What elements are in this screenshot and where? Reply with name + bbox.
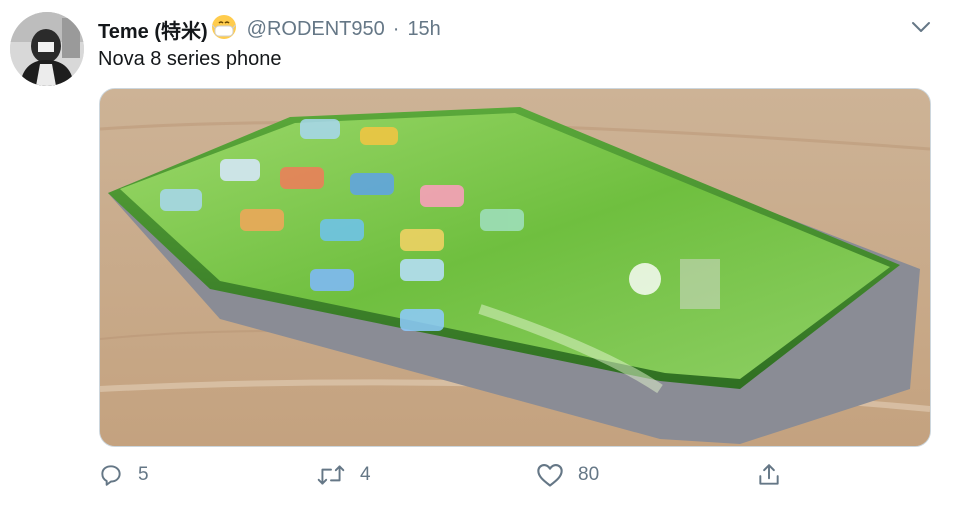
reply-count: 5 xyxy=(138,464,149,485)
share-icon xyxy=(759,464,779,485)
share-button[interactable] xyxy=(756,458,782,492)
header-separator: · xyxy=(392,17,400,40)
tweet-text: Nova 8 series phone xyxy=(98,48,282,70)
retweet-button[interactable]: 4 xyxy=(316,458,371,492)
avatar[interactable] xyxy=(10,12,84,86)
tweet-actions: 5 4 80 xyxy=(98,458,818,492)
chevron-down-icon xyxy=(912,22,930,32)
retweet-count: 4 xyxy=(360,464,371,485)
phone-photo xyxy=(100,89,930,446)
tweet-header: Teme (特米) @RODENT950 · 15h xyxy=(98,14,441,44)
avatar-image xyxy=(10,12,84,86)
tweet[interactable]: Teme (特米) @RODENT950 · 15h Nova 8 series… xyxy=(0,0,960,506)
tweet-media[interactable] xyxy=(99,88,931,447)
retweet-icon xyxy=(317,465,345,485)
reply-button[interactable]: 5 xyxy=(98,458,149,492)
reply-icon xyxy=(101,465,121,486)
like-count: 80 xyxy=(578,464,600,485)
author-name[interactable]: Teme (特米) xyxy=(98,15,208,44)
like-button[interactable]: 80 xyxy=(536,458,599,492)
heart-icon xyxy=(537,464,563,487)
author-handle[interactable]: @RODENT950 xyxy=(247,18,385,41)
mask-face-emoji-icon xyxy=(211,14,237,45)
tweet-timestamp[interactable]: 15h xyxy=(407,18,440,41)
more-options-button[interactable] xyxy=(910,16,932,38)
